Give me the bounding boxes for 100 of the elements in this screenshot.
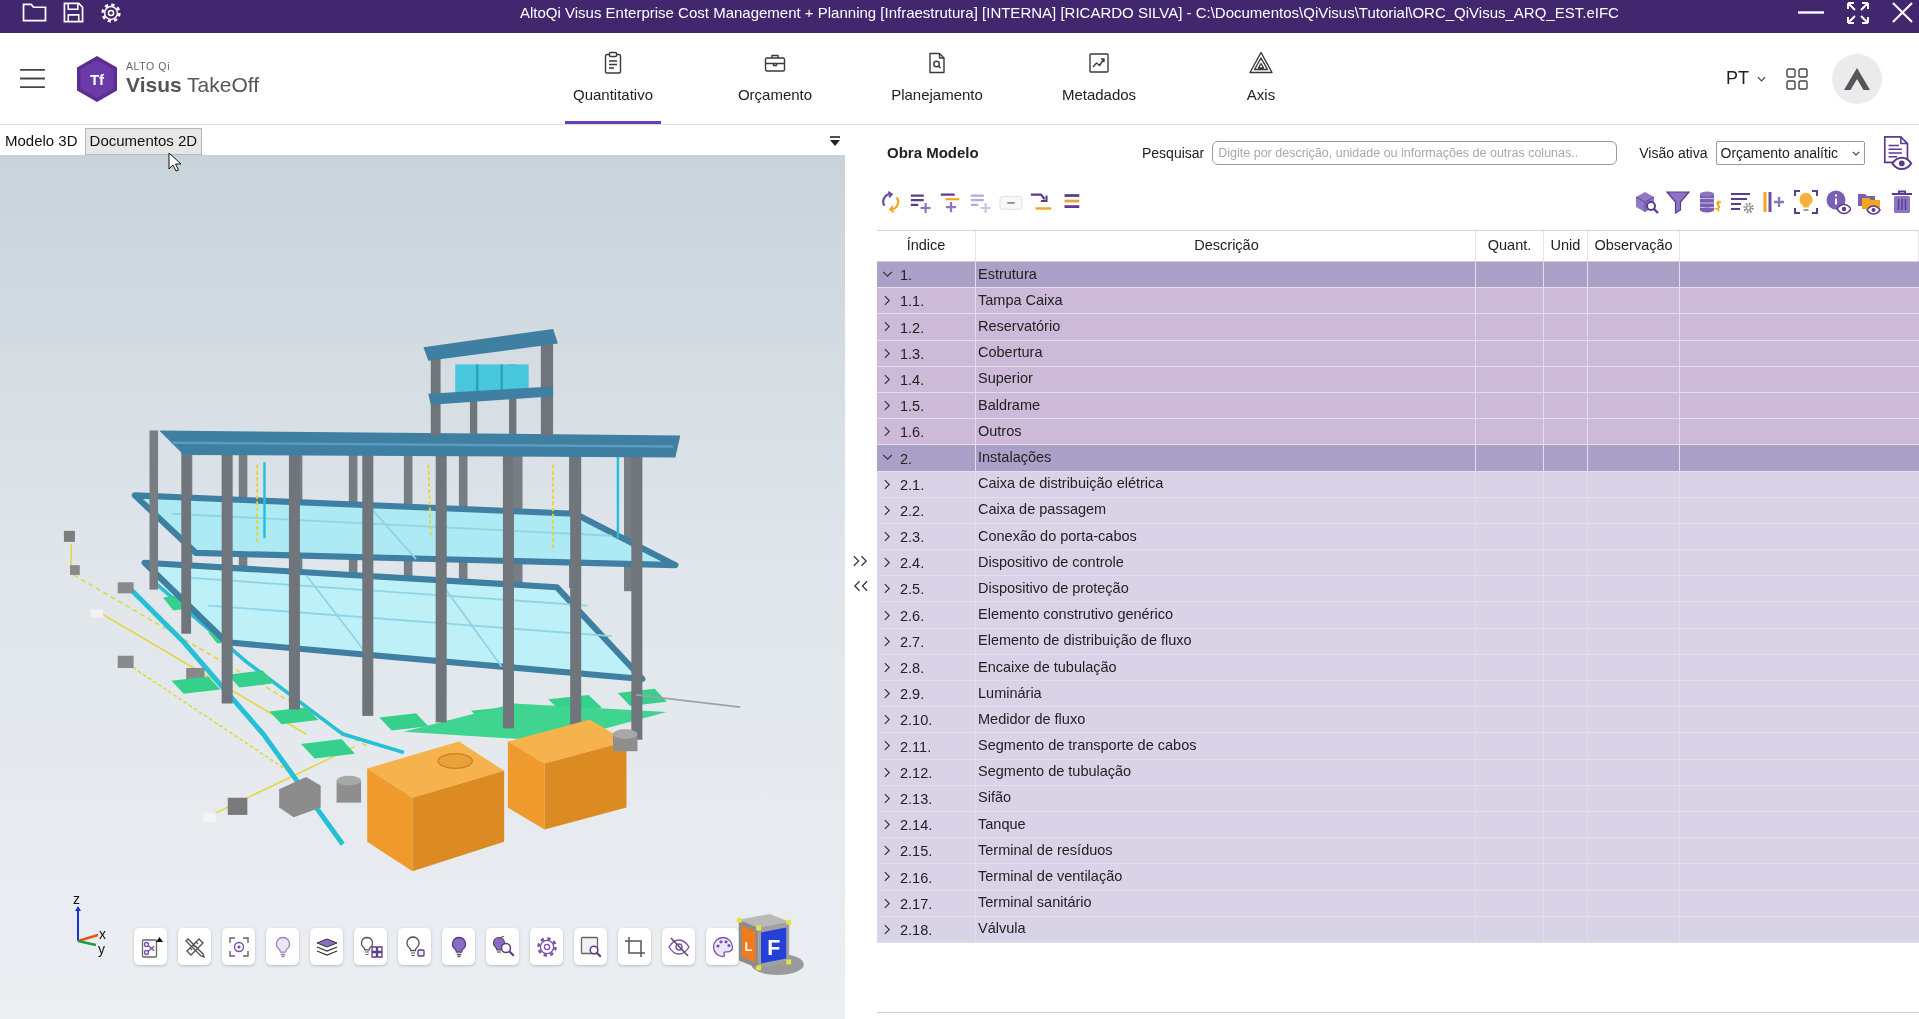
menu-button[interactable]	[20, 68, 45, 89]
table-row[interactable]: 2.16. Terminal de ventilação	[877, 864, 1919, 891]
avatar-icon[interactable]	[1832, 53, 1882, 104]
filter-button[interactable]	[1665, 189, 1691, 215]
table-row[interactable]: 1.1. Tampa Caixa	[877, 288, 1919, 315]
chevron-right-icon[interactable]	[884, 583, 891, 595]
save-icon[interactable]	[63, 2, 84, 23]
table-row[interactable]: 2.10. Medidor de fluxo	[877, 707, 1919, 734]
chevron-right-icon[interactable]	[884, 871, 891, 883]
chevron-right-icon[interactable]	[884, 557, 891, 569]
chevron-right-icon[interactable]	[884, 688, 891, 700]
view-tab[interactable]: Documentos 2D	[84, 128, 203, 155]
table-row[interactable]: 1. Estrutura	[877, 262, 1919, 289]
bulb-button[interactable]	[266, 928, 299, 965]
table-row[interactable]: 2.7. Elemento de distribuição de fluxo	[877, 628, 1919, 655]
crop-button[interactable]	[618, 928, 651, 965]
table-row[interactable]: 2.11. Segmento de transporte de cabos	[877, 733, 1919, 760]
chevron-right-icon[interactable]	[884, 819, 891, 831]
chevron-down-icon[interactable]	[882, 271, 893, 279]
bulb-grid-button[interactable]	[354, 928, 387, 965]
scissors-upload-button[interactable]	[134, 928, 167, 965]
nav-tab[interactable]: Orçamento	[710, 33, 840, 124]
table-row[interactable]: 1.4. Superior	[877, 366, 1919, 393]
row-description: Segmento de transporte de cabos	[978, 736, 1197, 756]
table-row[interactable]: 1.6. Outros	[877, 419, 1919, 446]
table-row[interactable]: 2.13. Sifão	[877, 785, 1919, 812]
table-row[interactable]: 2.1. Caixa de distribuição elétrica	[877, 471, 1919, 498]
panel-menu-button[interactable]	[829, 136, 841, 147]
cube-search-button[interactable]	[1633, 189, 1659, 215]
chevron-right-icon[interactable]	[884, 295, 891, 307]
column-header[interactable]: Quant.	[1476, 231, 1544, 261]
ruler-pencil-button[interactable]	[178, 928, 211, 965]
chevron-right-icon[interactable]	[884, 635, 891, 647]
chevron-right-icon[interactable]	[884, 478, 891, 490]
settings-icon[interactable]	[100, 1, 122, 24]
chevron-right-icon[interactable]	[884, 792, 891, 804]
chevron-right-icon[interactable]	[884, 530, 891, 542]
language-select[interactable]: PT	[1726, 65, 1766, 92]
table-row[interactable]: 2. Instalações	[877, 445, 1919, 472]
chevron-right-icon[interactable]	[884, 426, 891, 438]
table-row[interactable]: 1.3. Cobertura	[877, 340, 1919, 367]
bulb-search-button[interactable]	[486, 928, 519, 965]
chevron-right-icon[interactable]	[884, 504, 891, 516]
chevron-right-icon[interactable]	[884, 373, 891, 385]
grid-icon	[1786, 67, 1808, 90]
zoom-window-button[interactable]	[574, 928, 607, 965]
table-row[interactable]: 2.12. Segmento de tubulação	[877, 759, 1919, 786]
settings-button[interactable]	[530, 928, 563, 965]
column-header[interactable]: Unid	[1544, 231, 1588, 261]
bulb-square-button[interactable]	[398, 928, 431, 965]
chevron-right-icon[interactable]	[884, 347, 891, 359]
chevron-down-icon[interactable]	[882, 454, 893, 462]
chevron-right-icon[interactable]	[884, 321, 891, 333]
table-row[interactable]: 2.14. Tanque	[877, 811, 1919, 839]
table-row[interactable]: 2.17. Terminal sanitário	[877, 890, 1919, 917]
apps-button[interactable]	[1786, 67, 1808, 90]
nav-tab[interactable]: Quantitativo	[548, 33, 678, 124]
table-row[interactable]: 1.2. Reservatório	[877, 314, 1919, 341]
view-select[interactable]: Orçamento analític	[1715, 141, 1865, 165]
expand-panel-button[interactable]	[851, 555, 869, 567]
table-row[interactable]: 2.6. Elemento construtivo genérico	[877, 602, 1919, 629]
chevron-right-icon[interactable]	[884, 740, 891, 752]
info-eye-button[interactable]	[1825, 189, 1851, 215]
table-row[interactable]: 2.8. Encaixe de tubulação	[877, 654, 1919, 681]
palette-button[interactable]	[706, 928, 739, 965]
collapse-panel-button[interactable]	[851, 580, 869, 592]
focus-target-button[interactable]	[222, 928, 255, 965]
column-add-button[interactable]	[1761, 189, 1787, 215]
chevron-right-icon[interactable]	[884, 609, 891, 621]
chevron-right-icon[interactable]	[884, 845, 891, 857]
table-row[interactable]: 2.4. Dispositivo de controle	[877, 550, 1919, 577]
bulb-filled-button[interactable]	[442, 928, 475, 965]
column-header[interactable]: Descrição	[976, 231, 1476, 261]
table-row[interactable]: 2.9. Luminária	[877, 681, 1919, 708]
table-row[interactable]: 2.15. Terminal de resíduos	[877, 838, 1919, 865]
coins-button[interactable]	[1697, 189, 1723, 215]
search-field[interactable]: Digite por descrição, unidade ou informações de outras colunas..	[1212, 141, 1618, 165]
layers-button[interactable]	[310, 928, 343, 965]
folder-icon[interactable]	[22, 2, 47, 23]
nav-tab[interactable]: Axis	[1196, 33, 1326, 124]
column-header[interactable]: Observação	[1588, 231, 1680, 261]
table-row[interactable]: 1.5. Baldrame	[877, 392, 1919, 420]
chevron-right-icon[interactable]	[884, 661, 891, 673]
chevron-right-icon[interactable]	[884, 923, 891, 935]
bulb-frame-button[interactable]	[1793, 189, 1819, 215]
table-row[interactable]: 2.2. Caixa de passagem	[877, 497, 1919, 524]
close-button[interactable]	[1892, 2, 1913, 23]
chevron-right-icon[interactable]	[884, 766, 891, 778]
chevron-right-icon[interactable]	[884, 400, 891, 412]
table-row[interactable]: 2.3. Conexão do porta-cabos	[877, 523, 1919, 551]
chevron-right-icon[interactable]	[884, 714, 891, 726]
table-row[interactable]: 2.5. Dispositivo de proteção	[877, 576, 1919, 603]
table-row[interactable]: 2.18. Válvula	[877, 916, 1919, 943]
column-header[interactable]: Índice	[877, 231, 976, 261]
trash-button[interactable]	[1889, 189, 1915, 215]
nav-tab[interactable]: Planejamento	[872, 33, 1002, 124]
nav-tab[interactable]: Metadados	[1034, 33, 1164, 124]
fullscreen-button[interactable]	[1846, 0, 1870, 25]
chevron-right-icon[interactable]	[884, 897, 891, 909]
eye-slash-button[interactable]	[662, 928, 695, 965]
